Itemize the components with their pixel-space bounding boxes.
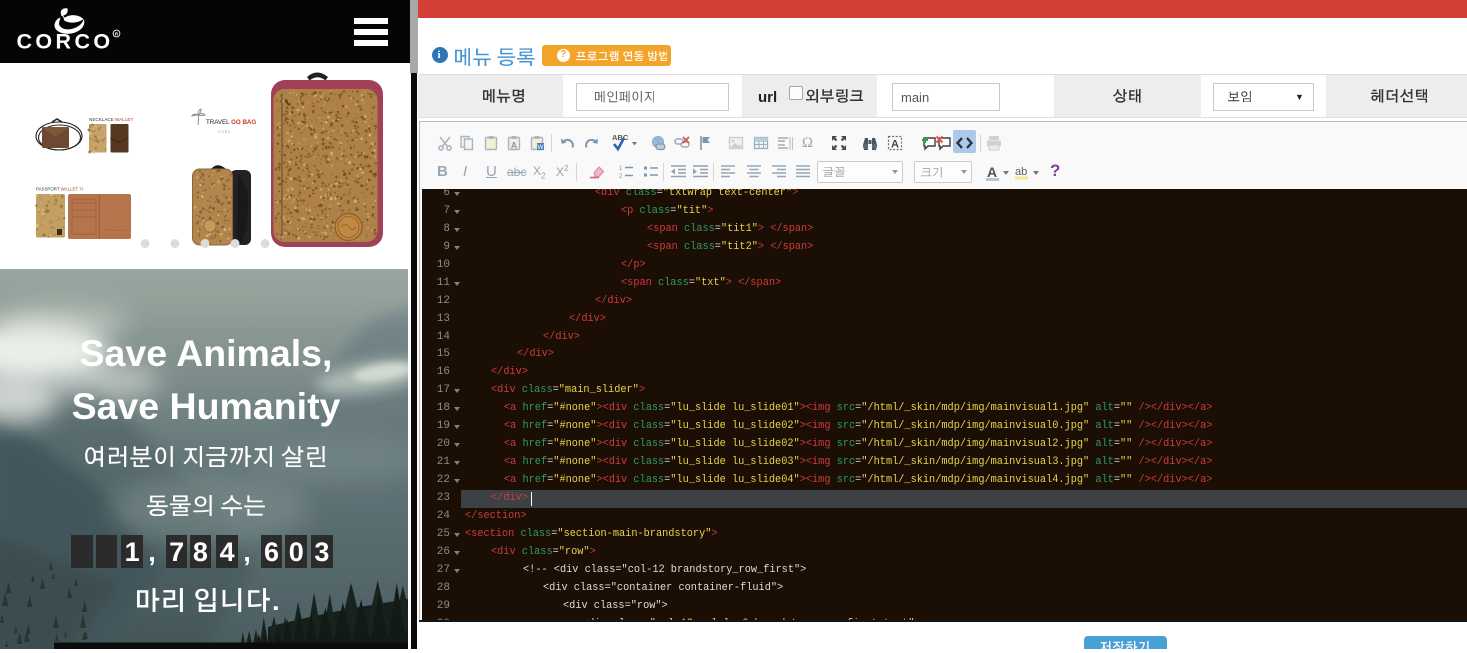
svg-text:A: A [891,139,899,151]
svg-text:PASSPORT WALLET 7t: PASSPORT WALLET 7t [36,187,84,192]
svg-text:Ω: Ω [802,135,813,151]
svg-text:2: 2 [619,174,623,179]
svg-text:A: A [511,141,518,151]
svg-text:ab: ab [1015,166,1027,178]
svg-text:R: R [115,32,119,37]
svg-text:CORCO: CORCO [17,30,114,54]
svg-text:1: 1 [619,166,623,172]
svg-text:W: W [537,144,544,151]
svg-text:ABC: ABC [612,133,629,142]
svg-text:NECKLACE WALLET: NECKLACE WALLET [89,117,133,122]
svg-text:C O R K: C O R K [218,130,231,134]
svg-text:TRAVEL GO BAG: TRAVEL GO BAG [206,119,256,126]
